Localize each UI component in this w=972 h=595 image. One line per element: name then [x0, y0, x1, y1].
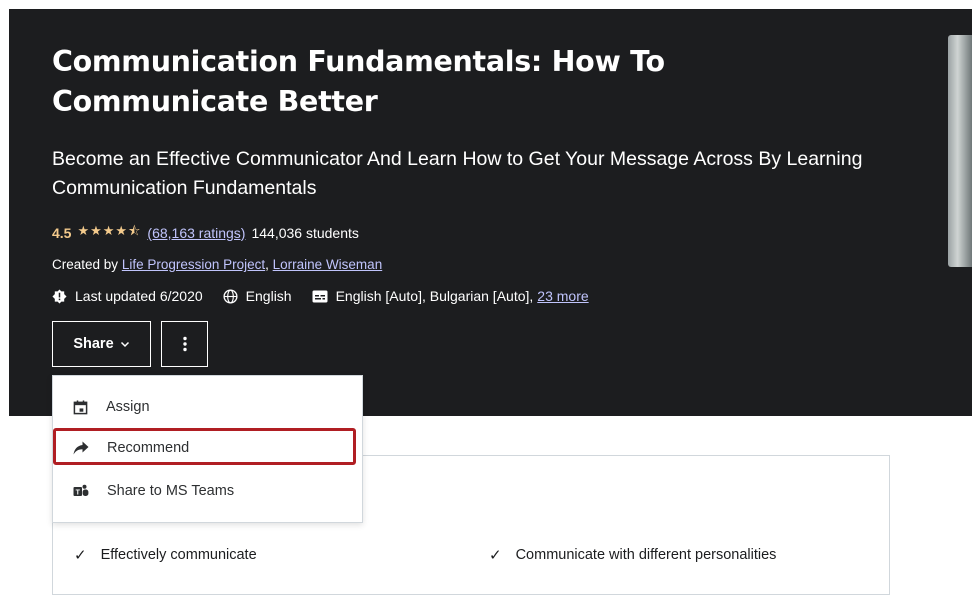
course-title: Communication Fundamentals: How To Commu…: [52, 45, 665, 118]
ratings-link[interactable]: (68,163 ratings): [147, 225, 245, 241]
share-button[interactable]: Share: [52, 321, 151, 367]
course-stats: 4.5 ★★★★⯪ (68,163 ratings) 144,036 stude…: [52, 223, 359, 243]
more-vertical-icon: [182, 336, 187, 352]
captions-more-link[interactable]: 23 more: [537, 288, 588, 304]
students-count: 144,036 students: [251, 225, 359, 241]
menu-item-assign[interactable]: Assign: [53, 387, 362, 427]
share-arrow-icon: [73, 441, 89, 455]
chevron-down-icon: [120, 341, 129, 348]
course-preview-thumbnail[interactable]: [948, 35, 972, 267]
rating-value: 4.5: [52, 225, 72, 241]
menu-item-recommend[interactable]: Recommend: [53, 428, 362, 468]
created-by: Created by Life Progression Project, Lor…: [52, 257, 383, 272]
instructor-link-2[interactable]: Lorraine Wiseman: [273, 257, 383, 272]
checkmark-icon: ✓: [489, 547, 502, 564]
created-by-label: Created by: [52, 257, 119, 272]
last-updated: Last updated 6/2020: [52, 288, 203, 304]
learn-item: ✓ Effectively communicate: [74, 547, 257, 564]
share-dropdown-menu: Assign Recommend T Share to MS Teams: [52, 375, 363, 523]
closed-captions-icon: [312, 290, 328, 302]
star-rating-icon: ★★★★⯪: [77, 223, 142, 238]
learn-item: ✓ Communicate with different personaliti…: [489, 547, 777, 564]
menu-item-share-ms-teams[interactable]: T Share to MS Teams: [53, 471, 362, 511]
alert-badge-icon: [52, 288, 67, 304]
svg-text:T: T: [76, 489, 81, 496]
checkmark-icon: ✓: [74, 547, 87, 564]
more-options-button[interactable]: [161, 321, 208, 367]
course-subtitle: Become an Effective Communicator And Lea…: [52, 148, 863, 199]
course-language: English: [223, 288, 292, 304]
course-meta: Last updated 6/2020 English English [Aut…: [52, 288, 609, 304]
globe-icon: [223, 288, 238, 304]
ms-teams-icon: T: [73, 484, 89, 496]
course-captions: English [Auto], Bulgarian [Auto], 23 more: [312, 288, 589, 304]
instructor-link-1[interactable]: Life Progression Project: [122, 257, 265, 272]
calendar-icon: [73, 399, 88, 414]
